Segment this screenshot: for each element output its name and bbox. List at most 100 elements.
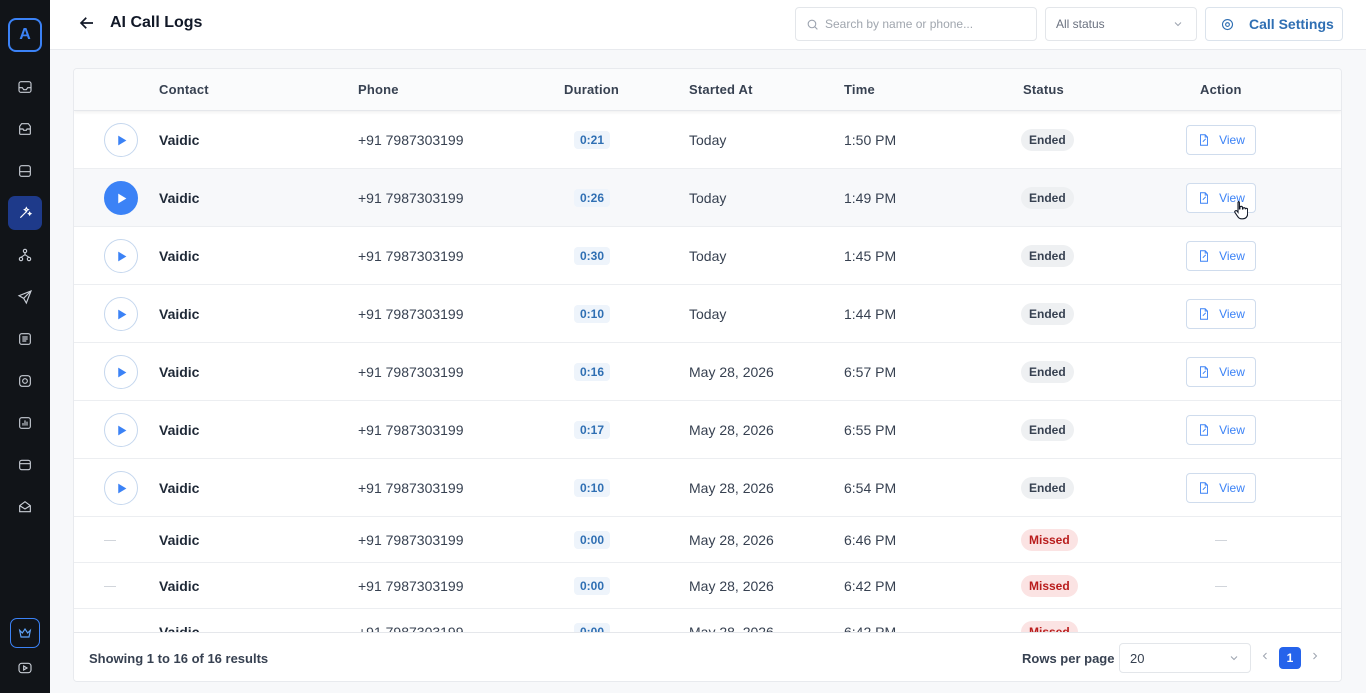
sidebar-item-instagram[interactable] — [8, 364, 42, 398]
view-button[interactable]: View — [1186, 241, 1256, 271]
sidebar-item-card[interactable] — [8, 448, 42, 482]
contact-name: Vaidic — [159, 480, 200, 496]
back-button[interactable] — [78, 14, 98, 34]
sidebar-item-inbox[interactable] — [8, 70, 42, 104]
page-button-current[interactable]: 1 — [1279, 647, 1301, 669]
video-button[interactable] — [17, 660, 33, 681]
table-row: Vaidic +91 7987303199 0:26 Today 1:49 PM Ende… — [74, 169, 1341, 227]
upgrade-button[interactable] — [10, 618, 40, 648]
play-recording-button[interactable] — [104, 471, 138, 505]
sidebar-item-database[interactable] — [8, 154, 42, 188]
contact-name: Vaidic — [159, 532, 200, 548]
duration-badge: 0:00 — [574, 623, 610, 632]
sidebar-item-mail[interactable] — [8, 490, 42, 524]
crown-icon — [18, 627, 32, 638]
status-badge: Missed — [1021, 529, 1078, 551]
search-input[interactable] — [825, 17, 1025, 31]
play-recording-button[interactable] — [104, 297, 138, 331]
call-time: 6:46 PM — [844, 532, 897, 548]
play-recording-button[interactable] — [104, 355, 138, 389]
phone-number: +91 7987303199 — [358, 624, 464, 632]
status-badge: Missed — [1021, 575, 1078, 597]
view-button[interactable]: View — [1186, 473, 1256, 503]
document-icon — [1200, 366, 1209, 378]
no-recording-dash — [104, 586, 116, 587]
workflow-icon — [18, 248, 32, 262]
view-button[interactable]: View — [1186, 357, 1256, 387]
column-phone: Phone — [358, 82, 399, 97]
database-icon — [19, 165, 31, 177]
call-settings-button[interactable]: Call Settings — [1205, 7, 1343, 41]
started-at: May 28, 2026 — [689, 532, 774, 548]
contact-name: Vaidic — [159, 248, 200, 264]
duration-badge: 0:00 — [574, 531, 610, 549]
phone-number: +91 7987303199 — [358, 422, 464, 438]
chevron-left-icon — [1262, 652, 1267, 660]
document-icon — [1200, 308, 1209, 320]
sidebar-item-send[interactable] — [8, 280, 42, 314]
sidebar-item-list[interactable] — [8, 322, 42, 356]
call-time: 1:44 PM — [844, 306, 897, 322]
call-time: 6:54 PM — [844, 480, 897, 496]
document-icon — [1200, 482, 1209, 494]
phone-number: +91 7987303199 — [358, 578, 464, 594]
no-action-dash — [1215, 586, 1227, 587]
settings-icon — [1221, 18, 1234, 30]
status-badge: Missed — [1021, 621, 1078, 632]
table-header: Contact Phone Duration Started At Time S… — [74, 69, 1341, 111]
play-recording-button[interactable] — [104, 181, 138, 215]
play-icon — [117, 251, 126, 261]
search-box[interactable] — [795, 7, 1037, 41]
status-badge: Ended — [1021, 419, 1074, 441]
status-badge: Ended — [1021, 187, 1074, 209]
started-at: Today — [689, 132, 727, 148]
sidebar-item-analytics[interactable] — [8, 406, 42, 440]
next-page-button[interactable] — [1309, 649, 1321, 667]
sidebar-item-archive[interactable] — [8, 112, 42, 146]
rows-per-page-select[interactable]: 20 — [1119, 643, 1251, 673]
hand-cursor-icon — [1234, 200, 1249, 220]
table-row: Vaidic +91 7987303199 0:10 May 28, 2026 6:54… — [74, 459, 1341, 517]
results-summary: Showing 1 to 16 of 16 results — [89, 651, 269, 666]
view-button[interactable]: View — [1186, 299, 1256, 329]
table-footer: Showing 1 to 16 of 16 results Rows per p… — [74, 632, 1341, 681]
play-recording-button[interactable] — [104, 239, 138, 273]
phone-number: +91 7987303199 — [358, 532, 464, 548]
sidebar-item-ai-calls[interactable] — [8, 196, 42, 230]
sidebar-bottom — [10, 618, 40, 681]
view-label: View — [1219, 307, 1245, 321]
duration-badge: 0:21 — [574, 131, 610, 149]
status-filter-select[interactable]: All status — [1045, 7, 1197, 41]
chevron-right-icon — [1313, 652, 1318, 660]
started-at: May 28, 2026 — [689, 364, 774, 380]
phone-number: +91 7987303199 — [358, 480, 464, 496]
chevron-down-icon — [1230, 656, 1238, 661]
status-badge: Ended — [1021, 361, 1074, 383]
started-at: Today — [689, 248, 727, 264]
document-icon — [1200, 134, 1209, 146]
view-label: View — [1219, 249, 1245, 263]
mail-open-icon — [19, 500, 31, 513]
call-time: 6:42 PM — [844, 578, 897, 594]
contact-name: Vaidic — [159, 190, 200, 206]
duration-badge: 0:30 — [574, 247, 610, 265]
sidebar-item-workflow[interactable] — [8, 238, 42, 272]
duration-badge: 0:16 — [574, 363, 610, 381]
view-button[interactable]: View — [1186, 125, 1256, 155]
list-icon — [19, 333, 31, 345]
play-icon — [117, 193, 126, 203]
view-button[interactable]: View — [1186, 415, 1256, 445]
ai-sparkle-icon — [19, 206, 33, 219]
contact-name: Vaidic — [159, 624, 200, 632]
pagination: 1 — [1259, 647, 1321, 669]
prev-page-button[interactable] — [1259, 649, 1271, 667]
play-recording-button[interactable] — [104, 413, 138, 447]
phone-number: +91 7987303199 — [358, 190, 464, 206]
contact-name: Vaidic — [159, 132, 200, 148]
page-title: AI Call Logs — [110, 14, 203, 31]
started-at: May 28, 2026 — [689, 624, 774, 632]
call-time: 1:49 PM — [844, 190, 897, 206]
column-contact: Contact — [159, 82, 209, 97]
app-logo[interactable]: A — [8, 18, 42, 52]
play-recording-button[interactable] — [104, 123, 138, 157]
